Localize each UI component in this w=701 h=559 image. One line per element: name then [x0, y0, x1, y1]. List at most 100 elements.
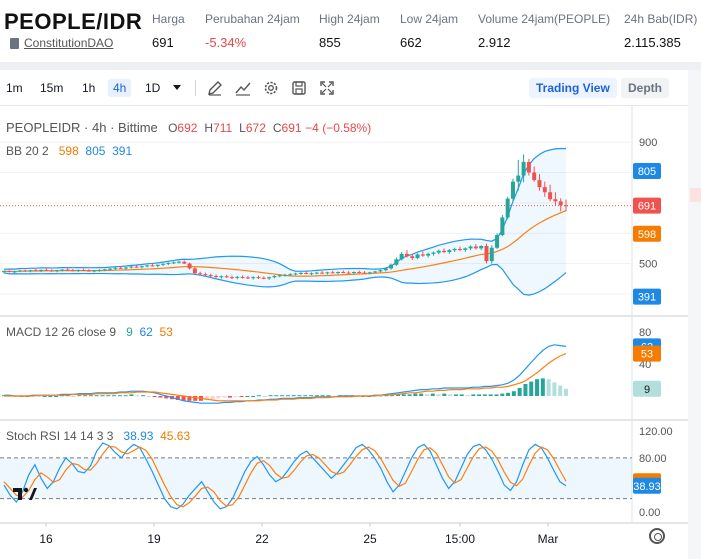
stat-change: Perubahan 24jam -5.34% [205, 12, 300, 50]
time-tick-label: 19 [147, 532, 161, 546]
right-edge-panel [688, 70, 701, 559]
macd-histogram-bar [465, 395, 470, 397]
time-tick-label: 15:00 [445, 532, 475, 546]
macd-histogram-bar [303, 395, 308, 397]
candle-body [341, 272, 346, 274]
macd-histogram-bar [511, 391, 516, 396]
candle-body [33, 270, 38, 272]
timeframe-1d[interactable]: 1D [145, 81, 160, 95]
candle-body [399, 253, 404, 260]
macd-histogram-bar [378, 396, 383, 397]
time-tick-label: 22 [255, 532, 269, 546]
hist-badge-text: 9 [644, 384, 650, 396]
stat-label: 24h Bab(IDR) [624, 12, 698, 26]
settings-icon[interactable] [262, 79, 280, 97]
macd-histogram-bar [280, 395, 285, 397]
candle-body [495, 235, 500, 248]
timeframe-1h[interactable]: 1h [82, 81, 95, 95]
macd-histogram-bar [546, 379, 551, 396]
candle-body [394, 259, 399, 265]
candle-body [219, 276, 224, 278]
macd-histogram-bar [448, 394, 453, 396]
macd-line-value: 62 [139, 325, 153, 339]
timeframe-15m[interactable]: 15m [40, 81, 63, 95]
candle-body [134, 266, 139, 268]
candle-body [251, 277, 256, 279]
macd-histogram-bar [112, 395, 117, 397]
trading-view-button[interactable]: Trading View [529, 78, 617, 98]
candle-body [161, 263, 166, 265]
candle-body [229, 277, 234, 279]
candle-body [187, 263, 192, 269]
candle-body [65, 269, 70, 271]
candle-body [12, 271, 17, 273]
timeframe-4h[interactable]: 4h [108, 79, 132, 97]
macd-histogram-bar [152, 396, 157, 397]
edge-marker [690, 188, 701, 202]
macd-tick-label: 80 [639, 327, 651, 339]
stat-value: 662 [400, 35, 422, 50]
project-name[interactable]: ConstitutionDAO [24, 36, 113, 50]
candle-body [245, 277, 250, 279]
macd-histogram-bar [482, 394, 487, 396]
save-icon[interactable] [290, 79, 308, 97]
project-link[interactable]: ConstitutionDAO [10, 36, 113, 50]
stoch-tick-label: 0.00 [639, 507, 660, 519]
candle-body [553, 199, 558, 202]
bb-lower-value: 391 [112, 144, 133, 158]
stat-value: 2.912 [478, 35, 511, 50]
candle-body [240, 276, 245, 278]
stat-quote-volume: 24h Bab(IDR) 2.115.385 [624, 12, 697, 50]
candle-body [139, 266, 144, 268]
stoch-legend: Stoch RSI 14 14 3 3 38.93 45.63 [6, 429, 190, 443]
candle-body [86, 270, 91, 272]
candle-body [304, 272, 309, 274]
timeframe-1m[interactable]: 1m [6, 81, 23, 95]
macd-histogram-bar [529, 381, 534, 396]
macd-histogram-bar [146, 396, 151, 397]
macd-histogram-bar [558, 385, 563, 396]
stoch-d-value: 45.63 [160, 429, 191, 443]
legend-exchange: Bittime [118, 120, 158, 135]
macd-histogram-bar [48, 396, 53, 397]
stat-value: 691 [152, 35, 174, 50]
macd-histogram-bar [193, 396, 198, 401]
legend-open: 692 [177, 121, 198, 135]
candle-body [176, 261, 181, 263]
candle-body [145, 265, 150, 267]
macd-histogram-bar [540, 378, 545, 396]
candle-body [383, 268, 388, 271]
macd-histogram-bar [477, 394, 482, 396]
time-tick-label: Mar [538, 532, 559, 546]
chart-settings-gear-icon[interactable] [649, 528, 665, 544]
macd-histogram-bar [297, 395, 302, 397]
depth-button[interactable]: Depth [621, 78, 669, 98]
separator-band [0, 62, 701, 70]
candle-body [500, 217, 505, 236]
macd-histogram-bar [419, 393, 424, 396]
stat-low: Low 24jam 662 [400, 12, 458, 50]
draw-pen-icon[interactable] [206, 79, 224, 97]
macd-histogram-bar [291, 395, 296, 397]
candle-body [526, 161, 531, 173]
macd-histogram-bar [117, 395, 122, 397]
signal-badge-text: 53 [641, 349, 653, 361]
candle-body [457, 248, 462, 250]
macd-histogram-bar [88, 395, 93, 397]
macd-histogram-bar [268, 395, 273, 397]
candle-body [415, 254, 420, 259]
macd-histogram-bar [42, 396, 47, 397]
candle-body [298, 272, 303, 274]
fullscreen-icon[interactable] [318, 79, 336, 97]
candle-body [320, 272, 325, 274]
chevron-down-icon[interactable] [173, 85, 181, 90]
candle-body [39, 269, 44, 271]
candle-body [548, 192, 553, 200]
macd-histogram-bar [251, 396, 256, 397]
indicators-icon[interactable] [234, 79, 252, 97]
stat-label: Low 24jam [400, 12, 459, 26]
candle-body [97, 269, 102, 271]
macd-histogram-bar [54, 396, 59, 397]
stoch-tick-label: 120.00 [639, 426, 673, 438]
bb-upper-badge-text: 805 [638, 166, 656, 178]
